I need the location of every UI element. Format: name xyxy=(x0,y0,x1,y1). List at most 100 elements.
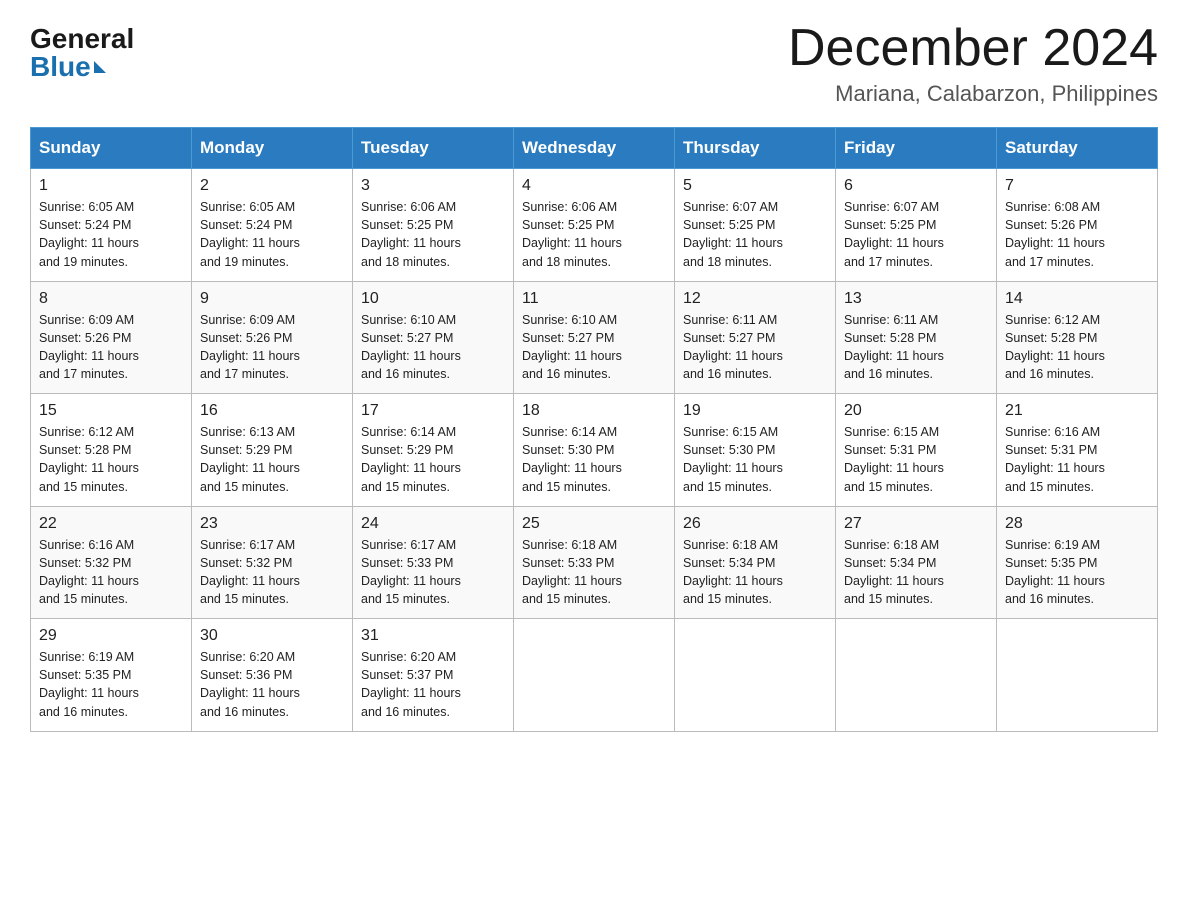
calendar-cell: 1 Sunrise: 6:05 AM Sunset: 5:24 PM Dayli… xyxy=(31,169,192,282)
location-subtitle: Mariana, Calabarzon, Philippines xyxy=(788,81,1158,107)
calendar-cell xyxy=(836,619,997,732)
calendar-cell: 24 Sunrise: 6:17 AM Sunset: 5:33 PM Dayl… xyxy=(353,506,514,619)
calendar-cell: 20 Sunrise: 6:15 AM Sunset: 5:31 PM Dayl… xyxy=(836,394,997,507)
calendar-cell: 15 Sunrise: 6:12 AM Sunset: 5:28 PM Dayl… xyxy=(31,394,192,507)
day-number: 18 xyxy=(522,402,666,420)
logo-general-text: General xyxy=(30,25,134,53)
day-number: 6 xyxy=(844,177,988,195)
day-number: 30 xyxy=(200,627,344,645)
day-info: Sunrise: 6:16 AM Sunset: 5:31 PM Dayligh… xyxy=(1005,423,1149,496)
calendar-cell xyxy=(997,619,1158,732)
logo-blue-text: Blue xyxy=(30,53,106,81)
day-number: 10 xyxy=(361,290,505,308)
day-info: Sunrise: 6:10 AM Sunset: 5:27 PM Dayligh… xyxy=(361,311,505,384)
day-number: 26 xyxy=(683,515,827,533)
day-number: 27 xyxy=(844,515,988,533)
day-number: 16 xyxy=(200,402,344,420)
day-info: Sunrise: 6:07 AM Sunset: 5:25 PM Dayligh… xyxy=(683,198,827,271)
calendar-cell: 30 Sunrise: 6:20 AM Sunset: 5:36 PM Dayl… xyxy=(192,619,353,732)
day-number: 15 xyxy=(39,402,183,420)
day-info: Sunrise: 6:18 AM Sunset: 5:34 PM Dayligh… xyxy=(683,536,827,609)
day-number: 12 xyxy=(683,290,827,308)
day-info: Sunrise: 6:14 AM Sunset: 5:30 PM Dayligh… xyxy=(522,423,666,496)
day-number: 3 xyxy=(361,177,505,195)
day-info: Sunrise: 6:05 AM Sunset: 5:24 PM Dayligh… xyxy=(200,198,344,271)
day-info: Sunrise: 6:18 AM Sunset: 5:34 PM Dayligh… xyxy=(844,536,988,609)
day-info: Sunrise: 6:09 AM Sunset: 5:26 PM Dayligh… xyxy=(200,311,344,384)
day-info: Sunrise: 6:18 AM Sunset: 5:33 PM Dayligh… xyxy=(522,536,666,609)
calendar-table: SundayMondayTuesdayWednesdayThursdayFrid… xyxy=(30,127,1158,732)
weekday-header-friday: Friday xyxy=(836,128,997,169)
day-info: Sunrise: 6:12 AM Sunset: 5:28 PM Dayligh… xyxy=(1005,311,1149,384)
day-number: 5 xyxy=(683,177,827,195)
calendar-cell: 13 Sunrise: 6:11 AM Sunset: 5:28 PM Dayl… xyxy=(836,281,997,394)
day-number: 24 xyxy=(361,515,505,533)
day-info: Sunrise: 6:15 AM Sunset: 5:30 PM Dayligh… xyxy=(683,423,827,496)
calendar-cell xyxy=(675,619,836,732)
day-number: 9 xyxy=(200,290,344,308)
calendar-cell: 23 Sunrise: 6:17 AM Sunset: 5:32 PM Dayl… xyxy=(192,506,353,619)
day-info: Sunrise: 6:09 AM Sunset: 5:26 PM Dayligh… xyxy=(39,311,183,384)
weekday-header-thursday: Thursday xyxy=(675,128,836,169)
calendar-cell: 9 Sunrise: 6:09 AM Sunset: 5:26 PM Dayli… xyxy=(192,281,353,394)
day-info: Sunrise: 6:20 AM Sunset: 5:36 PM Dayligh… xyxy=(200,648,344,721)
calendar-cell: 27 Sunrise: 6:18 AM Sunset: 5:34 PM Dayl… xyxy=(836,506,997,619)
weekday-header-sunday: Sunday xyxy=(31,128,192,169)
day-info: Sunrise: 6:10 AM Sunset: 5:27 PM Dayligh… xyxy=(522,311,666,384)
day-info: Sunrise: 6:12 AM Sunset: 5:28 PM Dayligh… xyxy=(39,423,183,496)
day-number: 14 xyxy=(1005,290,1149,308)
calendar-cell: 21 Sunrise: 6:16 AM Sunset: 5:31 PM Dayl… xyxy=(997,394,1158,507)
day-number: 20 xyxy=(844,402,988,420)
calendar-cell: 6 Sunrise: 6:07 AM Sunset: 5:25 PM Dayli… xyxy=(836,169,997,282)
calendar-cell: 31 Sunrise: 6:20 AM Sunset: 5:37 PM Dayl… xyxy=(353,619,514,732)
calendar-cell: 26 Sunrise: 6:18 AM Sunset: 5:34 PM Dayl… xyxy=(675,506,836,619)
day-number: 1 xyxy=(39,177,183,195)
day-info: Sunrise: 6:06 AM Sunset: 5:25 PM Dayligh… xyxy=(522,198,666,271)
weekday-header-row: SundayMondayTuesdayWednesdayThursdayFrid… xyxy=(31,128,1158,169)
calendar-cell: 18 Sunrise: 6:14 AM Sunset: 5:30 PM Dayl… xyxy=(514,394,675,507)
calendar-cell: 14 Sunrise: 6:12 AM Sunset: 5:28 PM Dayl… xyxy=(997,281,1158,394)
calendar-week-row: 22 Sunrise: 6:16 AM Sunset: 5:32 PM Dayl… xyxy=(31,506,1158,619)
day-info: Sunrise: 6:17 AM Sunset: 5:33 PM Dayligh… xyxy=(361,536,505,609)
day-info: Sunrise: 6:19 AM Sunset: 5:35 PM Dayligh… xyxy=(39,648,183,721)
day-info: Sunrise: 6:05 AM Sunset: 5:24 PM Dayligh… xyxy=(39,198,183,271)
day-info: Sunrise: 6:08 AM Sunset: 5:26 PM Dayligh… xyxy=(1005,198,1149,271)
calendar-cell: 3 Sunrise: 6:06 AM Sunset: 5:25 PM Dayli… xyxy=(353,169,514,282)
day-number: 19 xyxy=(683,402,827,420)
calendar-cell: 28 Sunrise: 6:19 AM Sunset: 5:35 PM Dayl… xyxy=(997,506,1158,619)
calendar-cell: 25 Sunrise: 6:18 AM Sunset: 5:33 PM Dayl… xyxy=(514,506,675,619)
day-number: 25 xyxy=(522,515,666,533)
calendar-cell: 17 Sunrise: 6:14 AM Sunset: 5:29 PM Dayl… xyxy=(353,394,514,507)
day-info: Sunrise: 6:11 AM Sunset: 5:28 PM Dayligh… xyxy=(844,311,988,384)
day-number: 28 xyxy=(1005,515,1149,533)
day-info: Sunrise: 6:07 AM Sunset: 5:25 PM Dayligh… xyxy=(844,198,988,271)
day-number: 4 xyxy=(522,177,666,195)
day-info: Sunrise: 6:17 AM Sunset: 5:32 PM Dayligh… xyxy=(200,536,344,609)
calendar-cell: 29 Sunrise: 6:19 AM Sunset: 5:35 PM Dayl… xyxy=(31,619,192,732)
day-info: Sunrise: 6:13 AM Sunset: 5:29 PM Dayligh… xyxy=(200,423,344,496)
day-number: 31 xyxy=(361,627,505,645)
day-number: 2 xyxy=(200,177,344,195)
calendar-week-row: 15 Sunrise: 6:12 AM Sunset: 5:28 PM Dayl… xyxy=(31,394,1158,507)
calendar-cell xyxy=(514,619,675,732)
calendar-cell: 11 Sunrise: 6:10 AM Sunset: 5:27 PM Dayl… xyxy=(514,281,675,394)
day-number: 7 xyxy=(1005,177,1149,195)
day-number: 22 xyxy=(39,515,183,533)
day-info: Sunrise: 6:14 AM Sunset: 5:29 PM Dayligh… xyxy=(361,423,505,496)
day-info: Sunrise: 6:16 AM Sunset: 5:32 PM Dayligh… xyxy=(39,536,183,609)
calendar-cell: 10 Sunrise: 6:10 AM Sunset: 5:27 PM Dayl… xyxy=(353,281,514,394)
day-number: 17 xyxy=(361,402,505,420)
weekday-header-tuesday: Tuesday xyxy=(353,128,514,169)
title-block: December 2024 Mariana, Calabarzon, Phili… xyxy=(788,20,1158,107)
calendar-cell: 12 Sunrise: 6:11 AM Sunset: 5:27 PM Dayl… xyxy=(675,281,836,394)
day-info: Sunrise: 6:19 AM Sunset: 5:35 PM Dayligh… xyxy=(1005,536,1149,609)
calendar-cell: 19 Sunrise: 6:15 AM Sunset: 5:30 PM Dayl… xyxy=(675,394,836,507)
calendar-cell: 4 Sunrise: 6:06 AM Sunset: 5:25 PM Dayli… xyxy=(514,169,675,282)
day-number: 13 xyxy=(844,290,988,308)
day-number: 8 xyxy=(39,290,183,308)
month-title: December 2024 xyxy=(788,20,1158,77)
weekday-header-wednesday: Wednesday xyxy=(514,128,675,169)
day-number: 23 xyxy=(200,515,344,533)
day-number: 11 xyxy=(522,290,666,308)
day-info: Sunrise: 6:15 AM Sunset: 5:31 PM Dayligh… xyxy=(844,423,988,496)
